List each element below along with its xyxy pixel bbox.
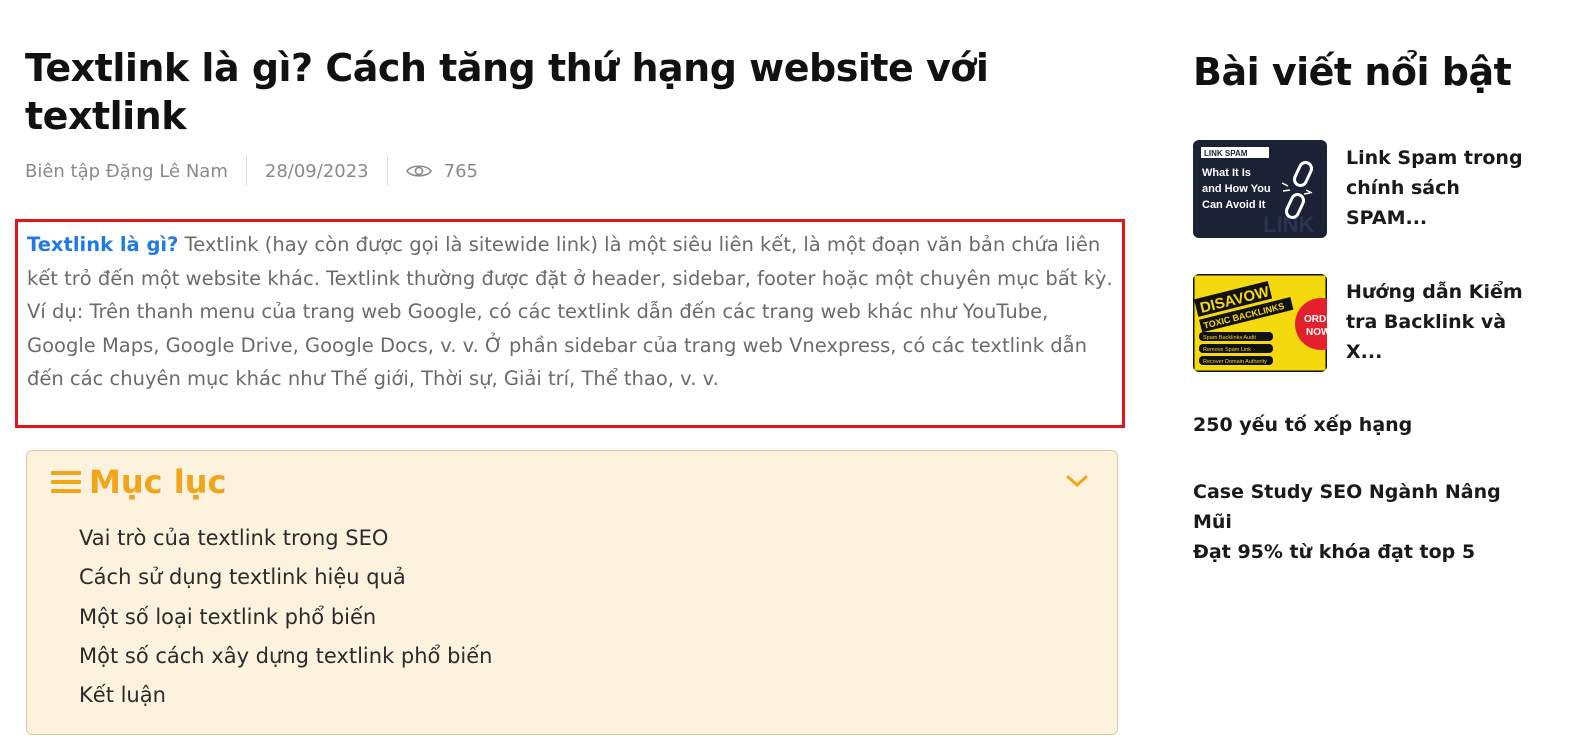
featured-post[interactable]: DISAVOW TOXIC BACKLINKS Spam Backlinks A… xyxy=(1193,274,1523,372)
link-spam-thumbnail: LINK LINK SPAM What It Is and How You Ca… xyxy=(1193,140,1327,238)
author-name[interactable]: Biên tập Đặng Lê Nam xyxy=(25,161,228,182)
toc-item[interactable]: Vai trò của textlink trong SEO xyxy=(79,519,492,558)
intro-lead-link[interactable]: Textlink là gì? xyxy=(27,233,178,256)
toc-item[interactable]: Một số loại textlink phổ biến xyxy=(79,598,492,637)
chevron-down-icon[interactable] xyxy=(1065,473,1089,489)
intro-paragraph: Textlink là gì? Textlink (hay còn được g… xyxy=(15,219,1125,428)
thumb-line: What It Is xyxy=(1202,167,1251,179)
meta-divider xyxy=(245,156,247,186)
article-main: Textlink là gì? Cách tăng thứ hạng websi… xyxy=(25,44,1125,186)
thumb-bullet: Recover Domain Authority xyxy=(1203,359,1267,365)
article-title: Textlink là gì? Cách tăng thứ hạng websi… xyxy=(25,46,989,138)
sidebar: Bài viết nổi bật LINK LINK SPAM What It … xyxy=(1193,48,1523,563)
thumb-bullet: Remove Spam Link xyxy=(1203,347,1251,353)
table-of-contents: Mục lục Vai trò của textlink trong SEO C… xyxy=(26,450,1118,735)
featured-post[interactable]: LINK LINK SPAM What It Is and How You Ca… xyxy=(1193,140,1523,238)
toc-item[interactable]: Kết luận xyxy=(79,676,492,715)
toc-item[interactable]: Cách sử dụng textlink hiệu quả xyxy=(79,558,492,597)
badge-text: ORDER xyxy=(1304,314,1327,325)
toc-item[interactable]: Một số cách xây dựng textlink phổ biến xyxy=(79,637,492,676)
toc-header[interactable]: Mục lục xyxy=(51,463,226,501)
meta-divider xyxy=(386,156,388,186)
post-thumbnail[interactable]: DISAVOW TOXIC BACKLINKS Spam Backlinks A… xyxy=(1193,274,1327,372)
post-title-line: Case Study SEO Ngành Nâng Mũi xyxy=(1193,481,1501,533)
thumb-tag: LINK SPAM xyxy=(1204,149,1248,158)
eye-icon xyxy=(405,165,432,177)
disavow-thumbnail: DISAVOW TOXIC BACKLINKS Spam Backlinks A… xyxy=(1193,274,1327,372)
featured-post-link[interactable]: 250 yếu tố xếp hạng xyxy=(1193,410,1523,440)
menu-icon xyxy=(51,471,81,493)
post-title-line: Đạt 95% từ khóa đạt top 5 xyxy=(1193,541,1476,563)
toc-list: Vai trò của textlink trong SEO Cách sử d… xyxy=(79,519,492,715)
view-count-value: 765 xyxy=(443,160,478,182)
thumb-line: and How You xyxy=(1202,183,1271,195)
post-title[interactable]: Link Spam trong chính sách SPAM... xyxy=(1346,143,1523,233)
publish-date: 28/09/2023 xyxy=(264,160,369,182)
badge-text: NOW xyxy=(1306,327,1327,338)
post-thumbnail[interactable]: LINK LINK SPAM What It Is and How You Ca… xyxy=(1193,140,1327,238)
featured-post-link[interactable]: Case Study SEO Ngành Nâng Mũi Đạt 95% từ… xyxy=(1193,477,1523,567)
post-title[interactable]: Hướng dẫn Kiểm tra Backlink và X... xyxy=(1346,277,1523,367)
thumb-line: Can Avoid It xyxy=(1202,199,1266,211)
intro-body: Textlink (hay còn được gọi là sitewide l… xyxy=(27,233,1113,391)
article-meta: Biên tập Đặng Lê Nam 28/09/2023 765 xyxy=(25,156,1125,186)
view-count: 765 xyxy=(405,160,478,182)
thumb-bullet: Spam Backlinks Audit xyxy=(1203,335,1256,341)
toc-title: Mục lục xyxy=(89,463,227,501)
sidebar-title: Bài viết nổi bật xyxy=(1193,50,1512,94)
